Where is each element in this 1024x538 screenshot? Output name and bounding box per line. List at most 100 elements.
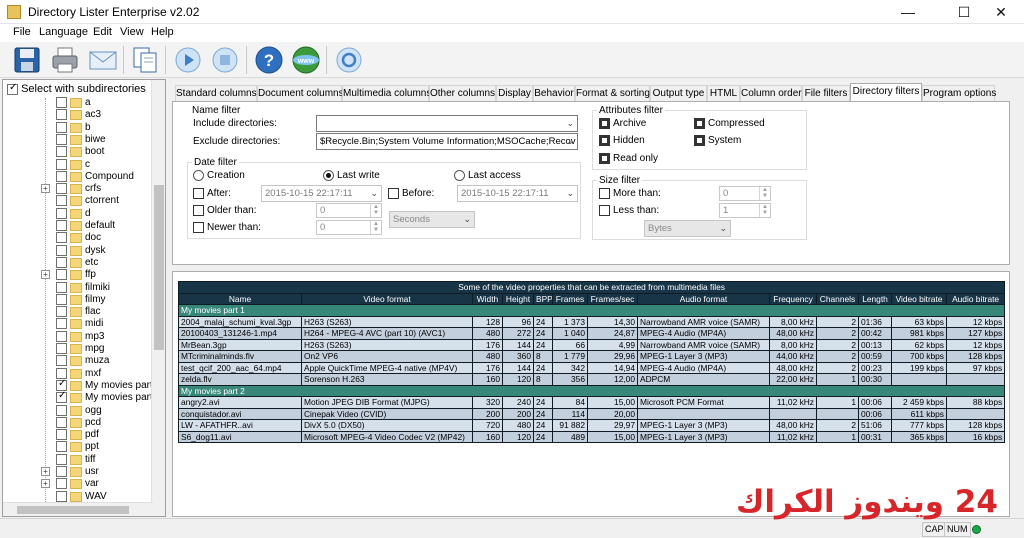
tab-document-columns[interactable]: Document columns [257,85,344,101]
tab-column-order[interactable]: Column order [740,85,802,101]
tree-item-checkbox[interactable] [56,390,67,404]
tree-item-checkbox[interactable] [56,453,67,465]
before-date-picker[interactable]: 2015-10-15 22:17:11 ⌄ [457,185,578,202]
after-checkbox[interactable] [193,188,204,199]
print-icon[interactable] [50,45,80,75]
tree-item-checkbox[interactable] [56,429,67,441]
column-header[interactable]: Frames [552,292,588,305]
tab-directory-filters[interactable]: Directory filters [850,83,922,101]
spinner-arrows-icon[interactable]: ▲ ▼ [370,221,381,234]
column-header[interactable]: Video format [301,292,473,305]
select-subdirectories-checkbox[interactable] [7,82,18,95]
spinner-arrows-icon[interactable]: ▲ ▼ [759,187,770,200]
column-header[interactable]: Name [178,292,302,305]
tree-item-checkbox[interactable] [56,269,67,281]
menu-view[interactable]: View [120,26,144,38]
more-than-input[interactable]: 0 ▲ ▼ [719,186,771,201]
tree-item-checkbox[interactable] [56,318,67,330]
last-access-radio[interactable] [454,170,465,181]
mail-icon[interactable] [88,45,118,75]
tab-format-sorting[interactable]: Format & sorting [575,85,650,101]
select-with-subdirectories[interactable]: Select with subdirectories [7,82,146,97]
tree-item-checkbox[interactable] [56,293,67,305]
tree-item-checkbox[interactable] [56,256,67,268]
system-checkbox[interactable] [694,135,705,146]
tab-program-options[interactable]: Program options [922,85,996,101]
column-header[interactable]: Frames/sec [587,292,638,305]
compressed-checkbox[interactable] [694,118,705,129]
expand-icon[interactable]: + [41,270,50,280]
copy-icon[interactable] [130,45,160,75]
tree-item-checkbox[interactable] [56,330,67,342]
tree-item-checkbox[interactable] [56,281,67,293]
tree-item-checkbox[interactable] [56,478,67,490]
last-write-radio[interactable] [323,170,334,181]
column-header[interactable]: Frequency [769,292,817,305]
less-than-checkbox[interactable] [599,205,610,216]
expand-icon[interactable]: + [41,479,50,489]
tree-item-checkbox[interactable] [56,416,67,428]
expand-icon[interactable]: + [41,184,50,194]
hidden-checkbox[interactable] [599,135,610,146]
close-button[interactable]: ✕ [978,0,1024,24]
web-icon[interactable]: www [291,45,321,75]
exclude-directories-combo[interactable]: $Recycle.Bin;System Volume Information;M… [316,133,578,150]
save-icon[interactable] [12,45,42,75]
tab-multimedia-columns[interactable]: Multimedia columns [342,85,431,101]
column-header[interactable]: Width [472,292,503,305]
column-header[interactable]: Height [502,292,534,305]
tab-standard-columns[interactable]: Standard columns [175,85,257,101]
menu-help[interactable]: Help [151,26,174,38]
read-only-checkbox[interactable] [599,153,610,164]
tree-item-checkbox[interactable] [56,158,67,170]
time-unit-select[interactable]: Seconds ⌄ [389,211,475,228]
help-icon[interactable]: ? [254,45,284,75]
tree-item-checkbox[interactable] [56,121,67,133]
older-than-checkbox[interactable] [193,205,204,216]
tree-item-checkbox[interactable] [56,441,67,453]
tree-item-checkbox[interactable] [56,466,67,477]
tree-horizontal-scrollbar[interactable] [3,502,153,516]
play-icon[interactable] [173,45,203,75]
more-than-checkbox[interactable] [599,188,610,199]
refresh-icon[interactable] [334,45,364,75]
column-header[interactable]: Channels [816,292,859,305]
before-checkbox[interactable] [388,188,399,199]
tree-item-checkbox[interactable] [56,109,67,121]
tree-item-checkbox[interactable] [56,133,67,145]
tree-item-checkbox[interactable] [56,306,67,318]
tab-file-filters[interactable]: File filters [802,85,850,101]
tree-item-checkbox[interactable] [56,195,67,207]
newer-than-checkbox[interactable] [193,222,204,233]
menu-language[interactable]: Language [39,26,88,38]
column-header[interactable]: Video bitrate [891,292,947,305]
menu-edit[interactable]: Edit [93,26,112,38]
tree-item-checkbox[interactable] [56,343,67,354]
after-date-picker[interactable]: 2015-10-15 22:17:11 ⌄ [261,185,382,202]
newer-than-input[interactable]: 0 ▲ ▼ [316,220,382,235]
tab-html[interactable]: HTML [707,85,740,101]
tab-output-type[interactable]: Output type [650,85,707,101]
expand-icon[interactable]: + [41,467,50,476]
minimize-button[interactable]: — [885,0,931,24]
column-header[interactable]: Audio bitrate [945,292,1006,305]
tab-behavior[interactable]: Behavior [533,85,575,101]
tree-item-checkbox[interactable] [56,183,67,195]
tree-item-checkbox[interactable] [56,232,67,244]
tree-vertical-scrollbar[interactable] [151,80,165,516]
tree-item-checkbox[interactable] [56,146,67,158]
creation-radio[interactable] [193,170,204,181]
tree-item-checkbox[interactable] [56,170,67,182]
column-header[interactable]: Length [858,292,892,305]
size-unit-select[interactable]: Bytes ⌄ [644,220,731,237]
column-header[interactable]: BPP [533,292,553,305]
tree-item-checkbox[interactable] [56,355,67,367]
tree-item-checkbox[interactable] [56,490,67,502]
tree-item-checkbox[interactable] [56,220,67,231]
tab-display[interactable]: Display [496,85,533,101]
tab-other-columns[interactable]: Other columns [429,85,496,101]
tree-item-checkbox[interactable] [56,404,67,416]
tree-item-checkbox[interactable] [56,97,67,108]
less-than-input[interactable]: 1 ▲ ▼ [719,203,771,218]
column-header[interactable]: Audio format [637,292,770,305]
